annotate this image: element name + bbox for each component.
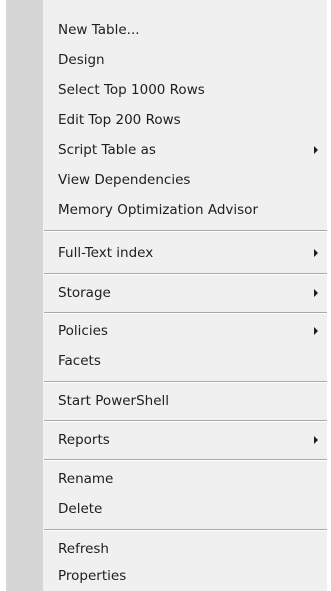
menu-item-label: Facets — [58, 353, 101, 369]
menu-item-delete[interactable]: Delete — [43, 494, 327, 524]
menu-item-label: Memory Optimization Advisor — [58, 202, 258, 218]
chevron-right-icon — [314, 436, 318, 444]
menu-item-label: Delete — [58, 501, 103, 517]
menu-separator-highlight — [44, 460, 327, 461]
menu-item-label: Select Top 1000 Rows — [58, 82, 205, 98]
menu-separator-highlight — [44, 274, 327, 275]
menu-item-label: View Dependencies — [58, 172, 191, 188]
menu-item-label: Policies — [58, 323, 108, 339]
menu-item-label: Properties — [58, 568, 127, 584]
menu-item-memory-optimization-advisor[interactable]: Memory Optimization Advisor — [43, 195, 327, 225]
menu-item-refresh[interactable]: Refresh — [43, 534, 327, 564]
context-menu: New Table... Design Select Top 1000 Rows… — [0, 0, 331, 591]
menu-item-reports[interactable]: Reports — [43, 425, 327, 455]
menu-item-properties[interactable]: Properties — [43, 561, 327, 591]
menu-item-label: Script Table as — [58, 142, 156, 158]
menu-separator-highlight — [44, 231, 327, 232]
chevron-right-icon — [314, 327, 318, 335]
menu-item-script-table-as[interactable]: Script Table as — [43, 135, 327, 165]
menu-item-full-text-index[interactable]: Full-Text index — [43, 238, 327, 268]
menu-item-label: Design — [58, 52, 105, 68]
menu-item-start-powershell[interactable]: Start PowerShell — [43, 386, 327, 416]
chevron-right-icon — [314, 249, 318, 257]
menu-item-facets[interactable]: Facets — [43, 346, 327, 376]
menu-item-label: Full-Text index — [58, 245, 154, 261]
chevron-right-icon — [314, 289, 318, 297]
menu-right-margin — [327, 0, 331, 591]
menu-item-label: Rename — [58, 471, 114, 487]
menu-item-label: New Table... — [58, 22, 140, 38]
menu-item-rename[interactable]: Rename — [43, 464, 327, 494]
chevron-right-icon — [314, 146, 318, 154]
menu-item-label: Storage — [58, 285, 111, 301]
menu-separator-highlight — [44, 382, 327, 383]
menu-separator-highlight — [44, 530, 327, 531]
menu-item-label: Reports — [58, 432, 110, 448]
menu-separator-highlight — [44, 313, 327, 314]
menu-item-edit-top-200-rows[interactable]: Edit Top 200 Rows — [43, 105, 327, 135]
menu-item-label: Edit Top 200 Rows — [58, 112, 181, 128]
menu-item-policies[interactable]: Policies — [43, 316, 327, 346]
menu-item-design[interactable]: Design — [43, 45, 327, 75]
menu-icon-gutter — [6, 0, 43, 591]
menu-item-label: Refresh — [58, 541, 109, 557]
menu-item-select-top-1000-rows[interactable]: Select Top 1000 Rows — [43, 75, 327, 105]
menu-item-storage[interactable]: Storage — [43, 278, 327, 308]
menu-separator-highlight — [44, 421, 327, 422]
menu-item-view-dependencies[interactable]: View Dependencies — [43, 165, 327, 195]
menu-item-new-table[interactable]: New Table... — [43, 15, 327, 45]
menu-item-label: Start PowerShell — [58, 393, 170, 409]
